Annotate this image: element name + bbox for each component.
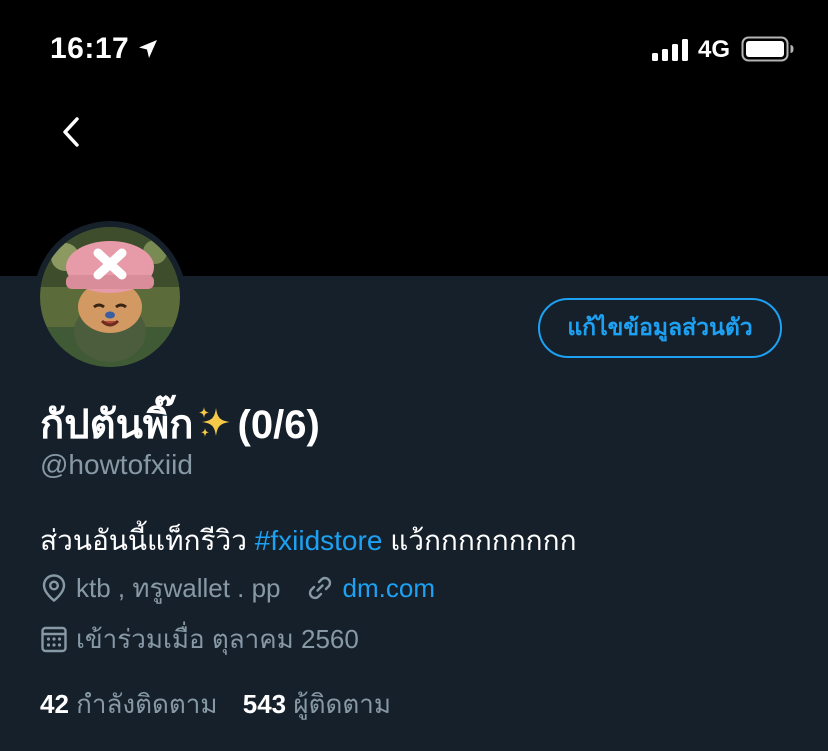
status-bar: 16:17 4G [0, 0, 828, 100]
display-name: กัปตันพิ๊ก (0/6) [40, 392, 320, 456]
following-stat[interactable]: 42 กำลังติดตาม [40, 689, 218, 719]
profile-meta-joined-row: เข้าร่วมเมื่อ ตุลาคม 2560 [40, 621, 359, 657]
profile-location: ktb , ทรูwallet . pp [76, 572, 281, 603]
display-name-suffix: (0/6) [237, 403, 320, 447]
back-chevron-icon[interactable] [50, 110, 94, 154]
profile-stats: 42 กำลังติดตาม 543 ผู้ติดตาม [40, 684, 391, 725]
following-label: กำลังติดตาม [76, 689, 218, 719]
link-icon [308, 576, 331, 600]
network-type-label: 4G [698, 36, 731, 63]
bio-text-suffix: แว้กกกกกกกกก [390, 525, 577, 556]
profile-handle: @howtofxiid [40, 449, 193, 480]
location-arrow-icon [139, 40, 157, 58]
bio-hashtag-link[interactable]: #fxiidstore [255, 525, 383, 556]
profile-bio: ส่วนอันนี้แท็กรีวิว #fxiidstore แว้กกกกก… [40, 519, 577, 563]
followers-label: ผู้ติดตาม [293, 689, 392, 719]
battery-icon [741, 36, 794, 62]
status-time: 16:17 [50, 32, 130, 65]
edit-profile-button[interactable]: แก้ไขข้อมูลส่วนตัว [538, 298, 782, 358]
followers-count: 543 [242, 689, 287, 719]
bio-text: ส่วนอันนี้แท็กรีวิว [40, 525, 247, 556]
profile-website-link[interactable]: dm.com [343, 573, 435, 604]
following-count: 42 [40, 689, 69, 719]
profile-joined-date: เข้าร่วมเมื่อ ตุลาคม 2560 [76, 623, 359, 654]
avatar-image [40, 227, 180, 367]
avatar[interactable] [34, 221, 186, 373]
followers-stat[interactable]: 543 ผู้ติดตาม [243, 689, 391, 719]
display-name-text: กัปตันพิ๊ก [40, 403, 194, 447]
calendar-icon [41, 626, 67, 653]
signal-bars-icon [652, 39, 688, 61]
sparkles-icon [198, 407, 230, 437]
location-pin-icon [42, 574, 66, 603]
profile-meta-location-row: ktb , ทรูwallet . pp dm.com [40, 570, 435, 606]
